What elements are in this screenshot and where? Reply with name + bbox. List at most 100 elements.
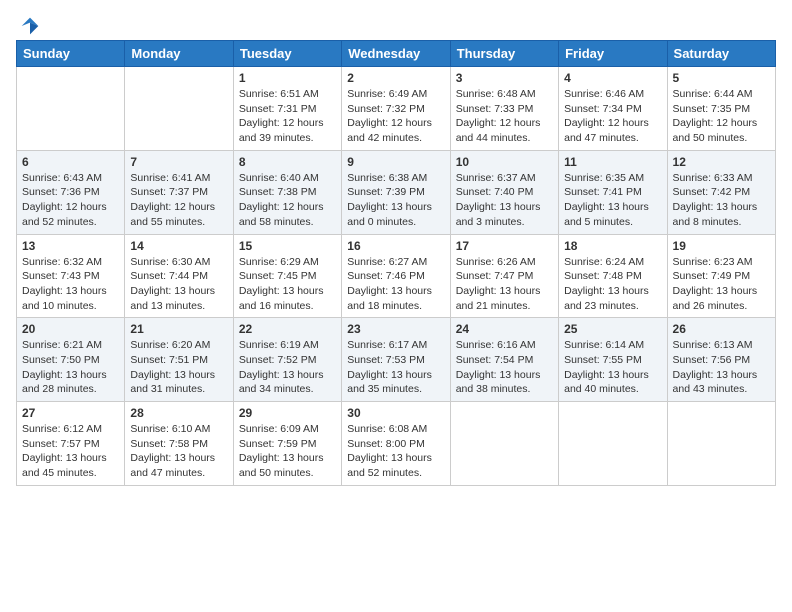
day-number: 27 <box>22 406 119 420</box>
logo-icon <box>20 16 40 36</box>
day-info: Sunrise: 6:16 AM Sunset: 7:54 PM Dayligh… <box>456 338 553 397</box>
calendar-header-row: SundayMondayTuesdayWednesdayThursdayFrid… <box>17 41 776 67</box>
day-info: Sunrise: 6:19 AM Sunset: 7:52 PM Dayligh… <box>239 338 336 397</box>
day-number: 21 <box>130 322 227 336</box>
calendar-cell: 14 Sunrise: 6:30 AM Sunset: 7:44 PM Dayli… <box>125 234 233 318</box>
calendar-week-row: 13 Sunrise: 6:32 AM Sunset: 7:43 PM Dayli… <box>17 234 776 318</box>
day-number: 13 <box>22 239 119 253</box>
page-header <box>16 16 776 32</box>
calendar-cell: 18 Sunrise: 6:24 AM Sunset: 7:48 PM Dayli… <box>559 234 667 318</box>
calendar-cell: 4 Sunrise: 6:46 AM Sunset: 7:34 PM Daylig… <box>559 67 667 151</box>
calendar-cell: 2 Sunrise: 6:49 AM Sunset: 7:32 PM Daylig… <box>342 67 450 151</box>
day-number: 15 <box>239 239 336 253</box>
calendar-cell: 10 Sunrise: 6:37 AM Sunset: 7:40 PM Dayli… <box>450 150 558 234</box>
day-info: Sunrise: 6:37 AM Sunset: 7:40 PM Dayligh… <box>456 171 553 230</box>
day-number: 17 <box>456 239 553 253</box>
day-info: Sunrise: 6:32 AM Sunset: 7:43 PM Dayligh… <box>22 255 119 314</box>
calendar-week-row: 6 Sunrise: 6:43 AM Sunset: 7:36 PM Daylig… <box>17 150 776 234</box>
day-number: 12 <box>673 155 770 169</box>
calendar-cell: 8 Sunrise: 6:40 AM Sunset: 7:38 PM Daylig… <box>233 150 341 234</box>
day-number: 6 <box>22 155 119 169</box>
calendar-week-row: 20 Sunrise: 6:21 AM Sunset: 7:50 PM Dayli… <box>17 318 776 402</box>
calendar-cell: 28Sunrise: 6:10 AM Sunset: 7:58 PM Dayli… <box>125 402 233 486</box>
day-info: Sunrise: 6:40 AM Sunset: 7:38 PM Dayligh… <box>239 171 336 230</box>
day-number: 24 <box>456 322 553 336</box>
calendar-cell: 29 Sunrise: 6:09 AM Sunset: 7:59 PM Dayli… <box>233 402 341 486</box>
day-number: 14 <box>130 239 227 253</box>
day-info: Sunrise: 6:46 AM Sunset: 7:34 PM Dayligh… <box>564 87 661 146</box>
day-number: 26 <box>673 322 770 336</box>
day-number: 8 <box>239 155 336 169</box>
col-header-saturday: Saturday <box>667 41 775 67</box>
day-info: Sunrise: 6:38 AM Sunset: 7:39 PM Dayligh… <box>347 171 444 230</box>
calendar-cell: 25Sunrise: 6:14 AM Sunset: 7:55 PM Dayli… <box>559 318 667 402</box>
day-number: 19 <box>673 239 770 253</box>
col-header-sunday: Sunday <box>17 41 125 67</box>
calendar-cell <box>450 402 558 486</box>
day-info: Sunrise: 6:27 AM Sunset: 7:46 PM Dayligh… <box>347 255 444 314</box>
day-info: Sunrise: 6:20 AM Sunset: 7:51 PM Dayligh… <box>130 338 227 397</box>
day-info: Sunrise: 6:21 AM Sunset: 7:50 PM Dayligh… <box>22 338 119 397</box>
day-info: Sunrise: 6:49 AM Sunset: 7:32 PM Dayligh… <box>347 87 444 146</box>
day-info: Sunrise: 6:44 AM Sunset: 7:35 PM Dayligh… <box>673 87 770 146</box>
day-info: Sunrise: 6:43 AM Sunset: 7:36 PM Dayligh… <box>22 171 119 230</box>
calendar-cell: 20 Sunrise: 6:21 AM Sunset: 7:50 PM Dayli… <box>17 318 125 402</box>
calendar-cell: 22 Sunrise: 6:19 AM Sunset: 7:52 PM Dayli… <box>233 318 341 402</box>
calendar-week-row: 1Sunrise: 6:51 AM Sunset: 7:31 PM Daylig… <box>17 67 776 151</box>
day-number: 18 <box>564 239 661 253</box>
calendar-cell: 7 Sunrise: 6:41 AM Sunset: 7:37 PM Daylig… <box>125 150 233 234</box>
col-header-friday: Friday <box>559 41 667 67</box>
day-info: Sunrise: 6:48 AM Sunset: 7:33 PM Dayligh… <box>456 87 553 146</box>
day-number: 25 <box>564 322 661 336</box>
day-number: 30 <box>347 406 444 420</box>
calendar-cell: 23 Sunrise: 6:17 AM Sunset: 7:53 PM Dayli… <box>342 318 450 402</box>
col-header-monday: Monday <box>125 41 233 67</box>
day-number: 16 <box>347 239 444 253</box>
day-info: Sunrise: 6:23 AM Sunset: 7:49 PM Dayligh… <box>673 255 770 314</box>
day-number: 29 <box>239 406 336 420</box>
day-info: Sunrise: 6:10 AM Sunset: 7:58 PM Dayligh… <box>130 422 227 481</box>
day-number: 5 <box>673 71 770 85</box>
calendar-cell: 13 Sunrise: 6:32 AM Sunset: 7:43 PM Dayli… <box>17 234 125 318</box>
day-info: Sunrise: 6:24 AM Sunset: 7:48 PM Dayligh… <box>564 255 661 314</box>
day-number: 3 <box>456 71 553 85</box>
calendar-cell: 6 Sunrise: 6:43 AM Sunset: 7:36 PM Daylig… <box>17 150 125 234</box>
calendar-cell: 12Sunrise: 6:33 AM Sunset: 7:42 PM Dayli… <box>667 150 775 234</box>
calendar-cell: 1Sunrise: 6:51 AM Sunset: 7:31 PM Daylig… <box>233 67 341 151</box>
calendar-week-row: 27 Sunrise: 6:12 AM Sunset: 7:57 PM Dayli… <box>17 402 776 486</box>
day-number: 4 <box>564 71 661 85</box>
day-info: Sunrise: 6:30 AM Sunset: 7:44 PM Dayligh… <box>130 255 227 314</box>
day-info: Sunrise: 6:26 AM Sunset: 7:47 PM Dayligh… <box>456 255 553 314</box>
calendar-cell: 24 Sunrise: 6:16 AM Sunset: 7:54 PM Dayli… <box>450 318 558 402</box>
day-number: 22 <box>239 322 336 336</box>
calendar-cell: 26 Sunrise: 6:13 AM Sunset: 7:56 PM Dayli… <box>667 318 775 402</box>
day-number: 10 <box>456 155 553 169</box>
calendar-cell: 21 Sunrise: 6:20 AM Sunset: 7:51 PM Dayli… <box>125 318 233 402</box>
day-info: Sunrise: 6:09 AM Sunset: 7:59 PM Dayligh… <box>239 422 336 481</box>
col-header-thursday: Thursday <box>450 41 558 67</box>
day-number: 20 <box>22 322 119 336</box>
day-info: Sunrise: 6:29 AM Sunset: 7:45 PM Dayligh… <box>239 255 336 314</box>
day-info: Sunrise: 6:13 AM Sunset: 7:56 PM Dayligh… <box>673 338 770 397</box>
day-number: 1 <box>239 71 336 85</box>
calendar-cell <box>17 67 125 151</box>
day-number: 11 <box>564 155 661 169</box>
calendar-cell: 17 Sunrise: 6:26 AM Sunset: 7:47 PM Dayli… <box>450 234 558 318</box>
day-info: Sunrise: 6:41 AM Sunset: 7:37 PM Dayligh… <box>130 171 227 230</box>
day-info: Sunrise: 6:35 AM Sunset: 7:41 PM Dayligh… <box>564 171 661 230</box>
calendar-cell <box>125 67 233 151</box>
day-info: Sunrise: 6:12 AM Sunset: 7:57 PM Dayligh… <box>22 422 119 481</box>
calendar-table: SundayMondayTuesdayWednesdayThursdayFrid… <box>16 40 776 486</box>
calendar-cell <box>559 402 667 486</box>
calendar-cell: 15 Sunrise: 6:29 AM Sunset: 7:45 PM Dayli… <box>233 234 341 318</box>
calendar-cell: 5 Sunrise: 6:44 AM Sunset: 7:35 PM Daylig… <box>667 67 775 151</box>
day-number: 7 <box>130 155 227 169</box>
day-info: Sunrise: 6:08 AM Sunset: 8:00 PM Dayligh… <box>347 422 444 481</box>
calendar-cell <box>667 402 775 486</box>
day-number: 23 <box>347 322 444 336</box>
calendar-cell: 3 Sunrise: 6:48 AM Sunset: 7:33 PM Daylig… <box>450 67 558 151</box>
col-header-tuesday: Tuesday <box>233 41 341 67</box>
calendar-cell: 27 Sunrise: 6:12 AM Sunset: 7:57 PM Dayli… <box>17 402 125 486</box>
day-info: Sunrise: 6:17 AM Sunset: 7:53 PM Dayligh… <box>347 338 444 397</box>
day-number: 2 <box>347 71 444 85</box>
